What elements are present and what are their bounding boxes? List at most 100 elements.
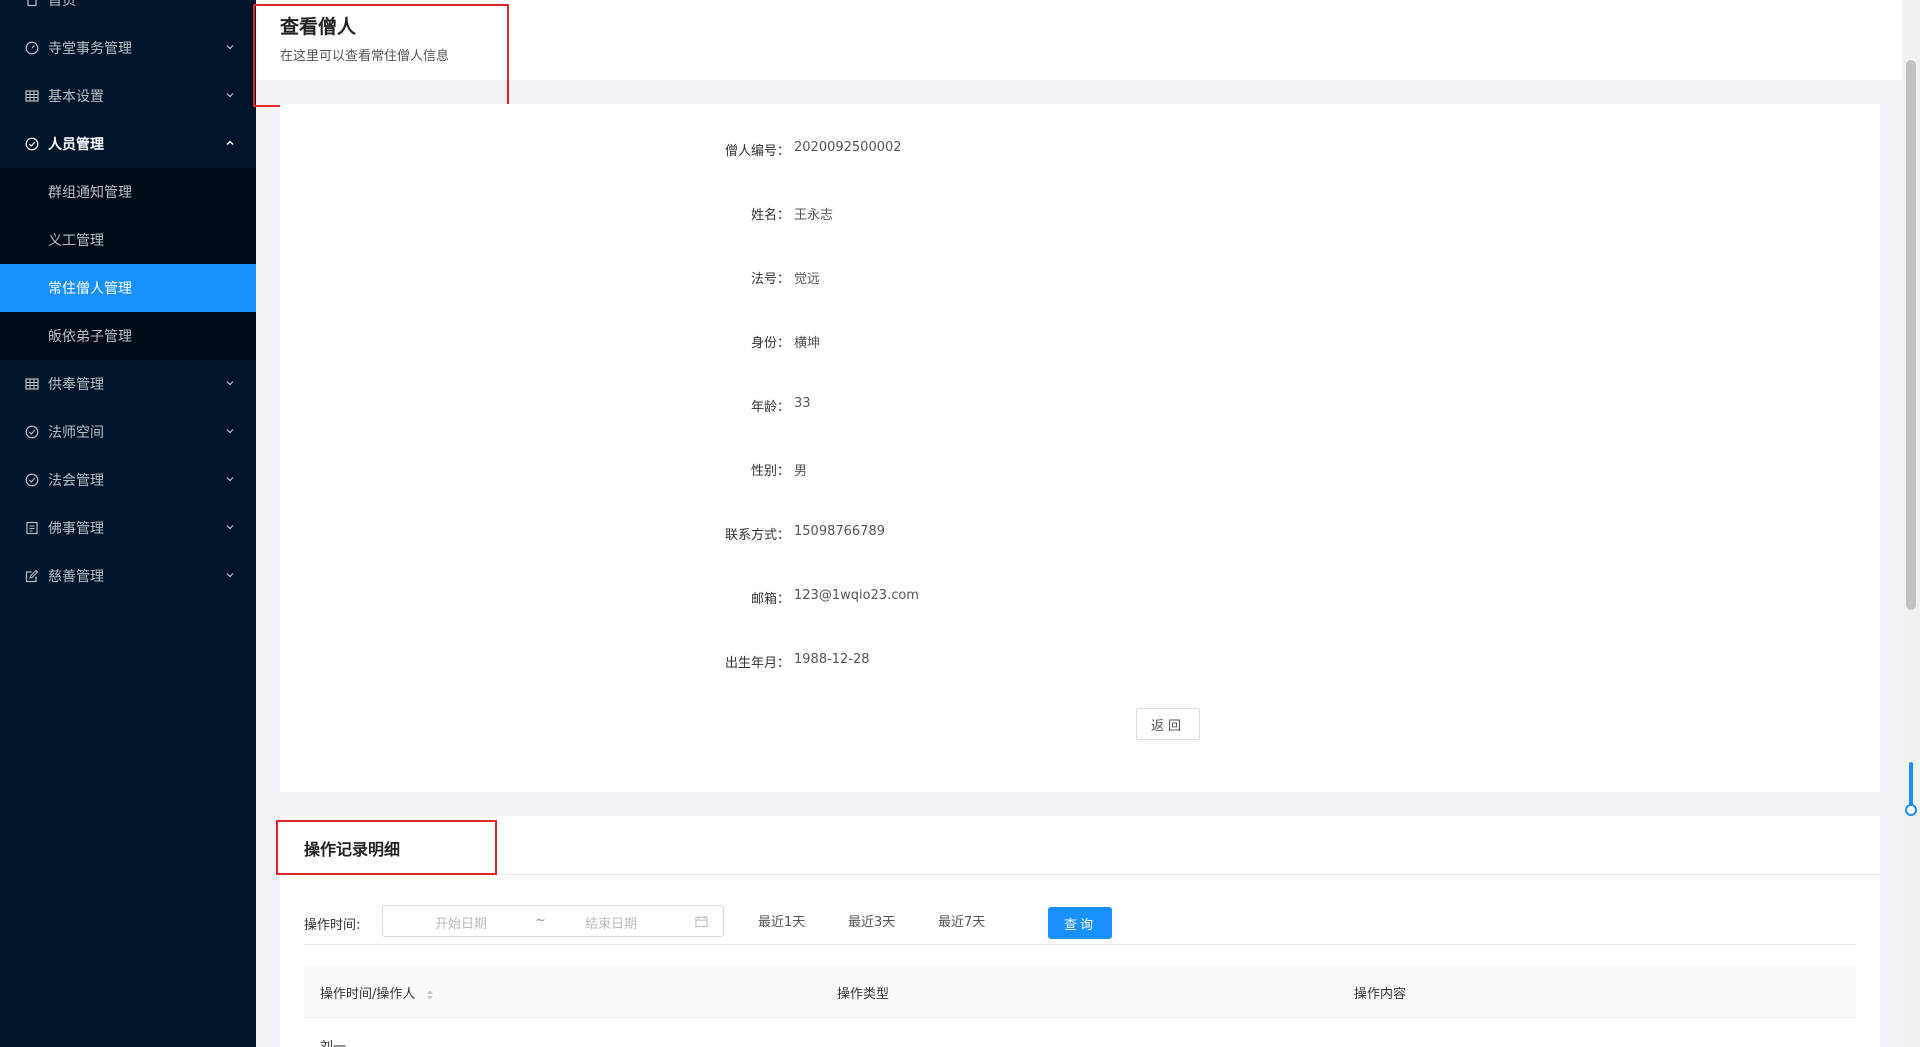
sidebar-subitem-label: 皈依弟子管理 [48, 329, 132, 345]
detail-label: 出生年月： [724, 656, 790, 671]
column-header-type: 操作类型 [837, 987, 890, 1002]
date-range-picker[interactable]: 开始日期 ~ 结束日期 [382, 905, 724, 937]
sidebar-subitem-volunteers[interactable]: 义工管理 [0, 216, 256, 264]
home-icon [24, 0, 40, 8]
dashboard-icon [24, 40, 40, 56]
check-circle-icon [24, 136, 40, 152]
chevron-up-icon [226, 140, 234, 145]
end-date-placeholder[interactable]: 结束日期 [585, 913, 637, 932]
sidebar-item-charity[interactable]: 慈善管理 [0, 552, 256, 600]
detail-value: 15098766789 [794, 524, 885, 539]
page-scrollbar[interactable] [1902, 0, 1920, 1047]
detail-label: 性别： [750, 464, 790, 479]
sidebar-item-label: 供奉管理 [48, 377, 104, 393]
page-title: 查看僧人 [280, 16, 357, 38]
detail-value: 1988-12-28 [794, 652, 870, 667]
sidebar-item-label: 人员管理 [48, 137, 104, 153]
sidebar-item-label: 寺堂事务管理 [48, 41, 132, 57]
sidebar-subitem-label: 常住僧人管理 [48, 281, 132, 297]
detail-value: 123@1wqio23.com [794, 588, 919, 603]
scroll-indicator-knob[interactable] [1905, 804, 1917, 816]
detail-row: 身份： 横坤 [280, 332, 1880, 354]
sidebar-item-personnel[interactable]: 人员管理 [0, 120, 256, 168]
chevron-down-icon [226, 477, 234, 482]
chevron-down-icon [226, 429, 234, 434]
table-icon [24, 376, 40, 392]
calendar-icon [695, 915, 708, 928]
table-row-partial: 刘一 [320, 1036, 346, 1047]
range-separator: ~ [535, 913, 546, 928]
profile-icon [24, 520, 40, 536]
detail-row: 邮箱： 123@1wqio23.com [280, 588, 1880, 610]
sidebar-item-label: 法师空间 [48, 425, 104, 441]
detail-row: 年龄： 33 [280, 396, 1880, 418]
sidebar-item-label: 法会管理 [48, 473, 104, 489]
detail-card: 僧人编号： 2020092500002 姓名： 王永志法号： 觉远身份： 横坤年龄： 33 性… [280, 104, 1880, 792]
sidebar-subitem-disciples[interactable]: 皈依弟子管理 [0, 312, 256, 360]
sidebar-item-label: 慈善管理 [48, 569, 104, 585]
sidebar-item-label: 基本设置 [48, 89, 104, 105]
sort-icon [426, 990, 433, 999]
detail-value: 横坤 [794, 336, 821, 351]
back-button[interactable]: 返回 [1136, 708, 1200, 740]
detail-label: 邮箱： [750, 592, 790, 607]
time-filter-label: 操作时间: [304, 918, 361, 933]
sidebar-item-affairs[interactable]: 寺堂事务管理 [0, 24, 256, 72]
start-date-placeholder[interactable]: 开始日期 [435, 913, 487, 932]
sidebar-item-label: 佛事管理 [48, 521, 104, 537]
detail-row: 僧人编号： 2020092500002 [280, 140, 1880, 162]
sidebar-subitem-label: 义工管理 [48, 233, 104, 249]
detail-value: 2020092500002 [794, 140, 902, 155]
detail-label: 联系方式： [724, 528, 790, 543]
chevron-down-icon [226, 93, 234, 98]
sidebar-item-label: 首页 [48, 0, 76, 9]
quick-range-1-day[interactable]: 最近1天 [758, 911, 805, 930]
detail-label: 姓名： [750, 208, 790, 223]
detail-value: 33 [794, 396, 811, 411]
sidebar-item-dharma-assembly[interactable]: 法会管理 [0, 456, 256, 504]
chevron-down-icon [226, 45, 234, 50]
detail-label: 僧人编号： [724, 144, 790, 159]
quick-range-7-days[interactable]: 最近7天 [938, 911, 985, 930]
column-header-time[interactable]: 操作时间/操作人 [320, 983, 434, 1002]
sidebar: 首页 寺堂事务管理 基本设置 人员管理 群组通知管理 义工管理 常住僧人管理 皈… [0, 0, 256, 1047]
scroll-indicator[interactable] [1909, 762, 1913, 810]
divider [304, 944, 1856, 945]
divider [280, 874, 1880, 875]
sidebar-subitem-label: 群组通知管理 [48, 185, 132, 201]
detail-row: 性别： 男 [280, 460, 1880, 482]
sidebar-subitem-group-notice[interactable]: 群组通知管理 [0, 168, 256, 216]
edit-icon [24, 568, 40, 584]
sidebar-item-master-space[interactable]: 法师空间 [0, 408, 256, 456]
chevron-down-icon [226, 573, 234, 578]
query-button[interactable]: 查询 [1048, 907, 1112, 939]
sidebar-item-offerings[interactable]: 供奉管理 [0, 360, 256, 408]
detail-label: 年龄： [750, 400, 790, 415]
sidebar-item-basic-settings[interactable]: 基本设置 [0, 72, 256, 120]
detail-row: 出生年月： 1988-12-28 [280, 652, 1880, 674]
sidebar-item-buddhist-affairs[interactable]: 佛事管理 [0, 504, 256, 552]
detail-row: 联系方式： 15098766789 [280, 524, 1880, 546]
quick-range-3-days[interactable]: 最近3天 [848, 911, 895, 930]
detail-row: 姓名： 王永志 [280, 204, 1880, 226]
scrollbar-thumb[interactable] [1906, 60, 1916, 610]
page-description: 在这里可以查看常住僧人信息 [280, 49, 450, 64]
check-circle-icon [24, 424, 40, 440]
chevron-down-icon [226, 381, 234, 386]
detail-label: 身份： [750, 336, 790, 351]
detail-label: 法号： [750, 272, 790, 287]
check-circle-icon [24, 472, 40, 488]
sidebar-item-home[interactable]: 首页 [0, 0, 256, 24]
sidebar-subitem-resident-monks[interactable]: 常住僧人管理 [0, 264, 256, 312]
page-header: 查看僧人 在这里可以查看常住僧人信息 [256, 0, 1902, 80]
detail-value: 男 [794, 464, 808, 479]
records-card: 操作记录明细 操作时间: 开始日期 ~ 结束日期 最近1天 最近3天 最近7天 … [280, 816, 1880, 1047]
table-header: 操作时间/操作人 操作类型 操作内容 [304, 966, 1856, 1018]
detail-row: 法号： 觉远 [280, 268, 1880, 290]
detail-value: 觉远 [794, 272, 821, 287]
column-header-content: 操作内容 [1354, 987, 1407, 1002]
records-title: 操作记录明细 [304, 840, 401, 859]
table-icon [24, 88, 40, 104]
detail-value: 王永志 [794, 208, 834, 223]
chevron-down-icon [226, 525, 234, 530]
